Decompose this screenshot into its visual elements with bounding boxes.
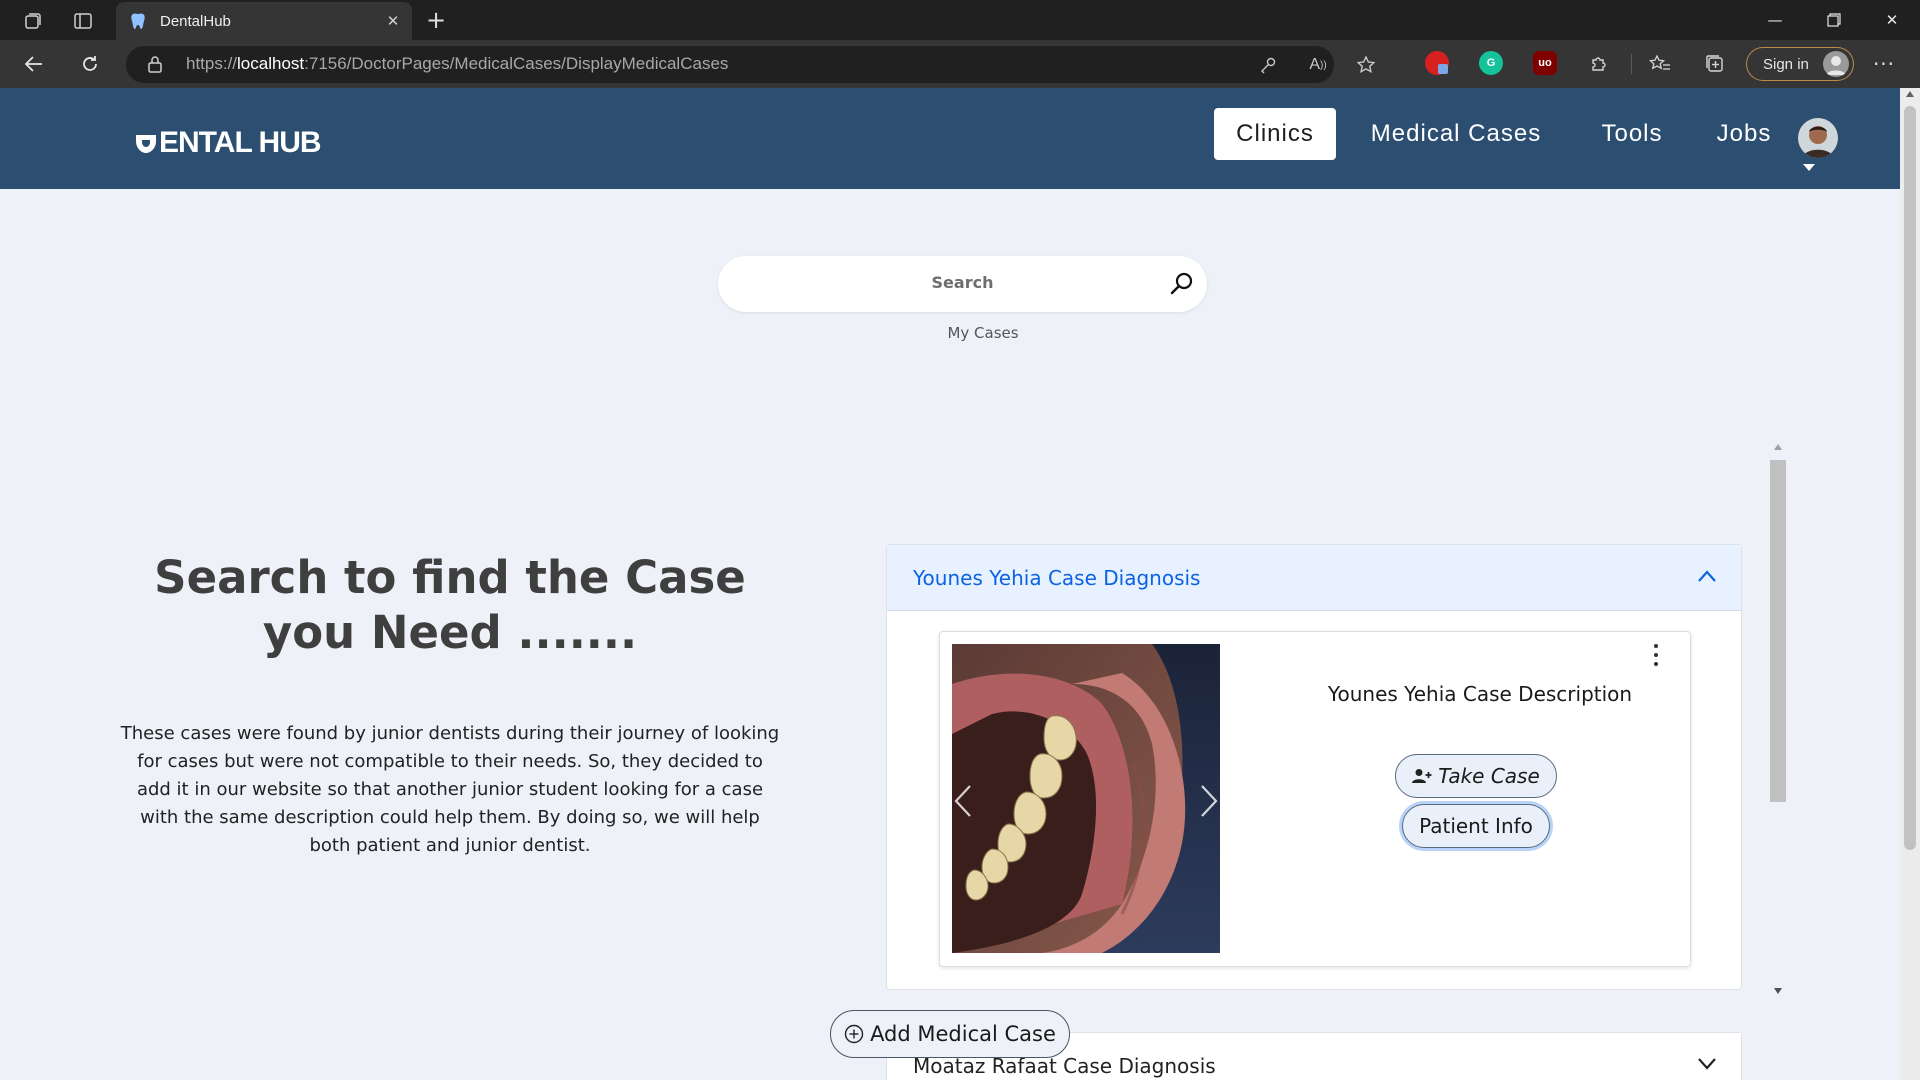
nav-jobs[interactable]: Jobs <box>1706 108 1782 160</box>
teeth-photo <box>952 644 1220 953</box>
url-text[interactable]: https://localhost:7156/DoctorPages/Medic… <box>186 54 728 74</box>
nav-tools[interactable]: Tools <box>1590 108 1674 160</box>
search-placeholder: Search <box>931 273 994 292</box>
patient-info-button[interactable]: Patient Info <box>1402 804 1550 848</box>
user-plus-icon <box>1412 769 1432 783</box>
profile-placeholder-icon <box>1823 51 1849 77</box>
minimize-button[interactable]: — <box>1747 0 1803 40</box>
refresh-button[interactable] <box>74 49 106 79</box>
browser-tab-dentalhub[interactable]: DentalHub ✕ <box>116 2 412 40</box>
favorites-icon[interactable] <box>1647 51 1673 77</box>
grammarly-extension-icon[interactable]: G <box>1479 51 1503 75</box>
new-tab-button[interactable]: + <box>422 6 450 34</box>
read-aloud-icon[interactable]: A)) <box>1306 54 1330 76</box>
tab-close-icon[interactable]: ✕ <box>380 8 406 34</box>
collections-icon[interactable] <box>1702 51 1728 77</box>
ublock-extension-icon[interactable]: uo <box>1533 51 1557 75</box>
card-options-menu-icon[interactable] <box>1652 644 1660 666</box>
case-description: Younes Yehia Case Description <box>1327 682 1633 706</box>
tooth-favicon-icon <box>131 13 145 29</box>
case-card: Younes Yehia Case Description Take Case … <box>939 631 1691 967</box>
plus-circle-icon <box>844 1024 864 1044</box>
lock-icon[interactable] <box>146 55 164 73</box>
site-header: ENTAL HUB Clinics Medical Cases Tools Jo… <box>0 88 1900 189</box>
restore-button[interactable] <box>1806 0 1862 40</box>
search-icon[interactable] <box>1169 270 1195 296</box>
tab-title: DentalHub <box>160 12 231 30</box>
tooth-logo-icon <box>136 135 156 153</box>
browser-toolbar: https://localhost:7156/DoctorPages/Medic… <box>0 40 1920 88</box>
page-viewport: ENTAL HUB Clinics Medical Cases Tools Jo… <box>0 88 1920 1080</box>
close-window-button[interactable]: ✕ <box>1864 0 1920 40</box>
case-header-label: Younes Yehia Case Diagnosis <box>913 565 1201 590</box>
toolbar-divider <box>1631 54 1632 74</box>
nav-clinics[interactable]: Clinics <box>1214 108 1336 160</box>
address-bar[interactable]: https://localhost:7156/DoctorPages/Medic… <box>126 46 1376 83</box>
sign-in-label: Sign in <box>1763 55 1809 73</box>
logo-text: ENTAL HUB <box>159 126 322 159</box>
chevron-down-icon[interactable] <box>1697 1057 1717 1071</box>
dentalhub-logo[interactable]: ENTAL HUB <box>134 126 322 160</box>
password-key-icon[interactable] <box>1256 54 1280 76</box>
take-case-button[interactable]: Take Case <box>1395 754 1557 798</box>
user-avatar[interactable] <box>1798 118 1838 158</box>
more-options-icon[interactable]: ··· <box>1870 51 1898 77</box>
back-button[interactable] <box>18 49 50 79</box>
chevron-up-icon[interactable] <box>1697 569 1717 583</box>
case-accordion-item: Younes Yehia Case Diagnosis Younes Yehia… <box>886 544 1742 990</box>
workspaces-icon[interactable] <box>20 8 46 34</box>
tab-actions-icon[interactable] <box>70 8 96 34</box>
case-photo-carousel[interactable] <box>952 644 1220 953</box>
sign-in-button[interactable]: Sign in <box>1746 47 1854 81</box>
accordion-scrollbar[interactable] <box>1770 440 1786 1000</box>
my-cases-link[interactable]: My Cases <box>900 324 1066 342</box>
extensions-puzzle-icon[interactable] <box>1586 51 1612 77</box>
search-input[interactable]: Search <box>718 256 1207 312</box>
carousel-prev-icon[interactable] <box>952 782 974 820</box>
profile-dropdown-caret-icon[interactable] <box>1803 164 1815 171</box>
nav-medical-cases[interactable]: Medical Cases <box>1356 108 1556 160</box>
add-medical-case-button[interactable]: Add Medical Case <box>830 1010 1070 1058</box>
take-case-label: Take Case <box>1438 764 1540 788</box>
case-accordion-header[interactable]: Younes Yehia Case Diagnosis <box>887 545 1741 611</box>
extension-red-icon[interactable] <box>1425 51 1449 75</box>
hero-title: Search to find the Case you Need ....... <box>154 551 746 659</box>
hero-description: These cases were found by junior dentist… <box>120 723 780 856</box>
browser-tab-bar: DentalHub ✕ + — ✕ <box>0 0 1920 40</box>
favorite-star-icon[interactable] <box>1354 54 1378 76</box>
carousel-next-icon[interactable] <box>1198 782 1220 820</box>
add-medical-case-label: Add Medical Case <box>870 1022 1056 1046</box>
medical-cases-accordion: Younes Yehia Case Diagnosis Younes Yehia… <box>886 458 1772 1080</box>
page-scrollbar[interactable] <box>1900 88 1920 1080</box>
